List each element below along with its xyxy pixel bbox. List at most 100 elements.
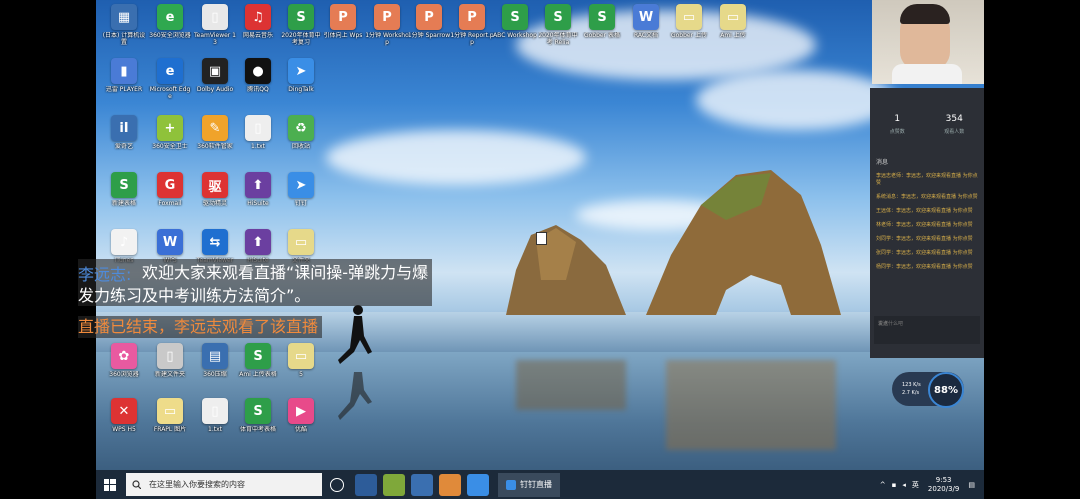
desktop-icon-label: 360压缩	[203, 371, 227, 378]
desktop-icon[interactable]: S Gobber 表格	[580, 4, 624, 62]
desktop-icon-label: 网易云音乐	[242, 32, 273, 39]
desktop-app-icon: ♻	[288, 115, 314, 141]
live-ended-notice: 直播已结束，李远志观看了该直播	[78, 316, 323, 338]
desktop-icon[interactable]: ▯ 1.txt	[236, 115, 280, 173]
desktop-app-icon: ▯	[245, 115, 271, 141]
live-stats: 1 点赞数 354 观看人数	[870, 88, 984, 135]
desktop-app-icon: ➤	[288, 58, 314, 84]
taskbar-app-3-icon[interactable]	[411, 473, 433, 496]
chat-message: 刘同学：李远志，欢迎来观看直播 为你点赞	[876, 236, 973, 242]
desktop-icon-label: 360软件管家	[197, 143, 233, 150]
clock[interactable]: 9:53 2020/3/9	[928, 476, 959, 494]
desktop-icon[interactable]: ▯ TeamViewer 13	[193, 4, 237, 62]
desktop-app-icon: iI	[111, 115, 137, 141]
send-button[interactable]: 发送	[878, 320, 974, 338]
tray-network-icon[interactable]: ▪	[892, 481, 897, 489]
messages-header: 消息	[876, 159, 889, 166]
runner-silhouette	[338, 305, 372, 420]
chat-input[interactable]: 说点什么吧 发送	[874, 316, 980, 344]
taskbar-app-5-icon[interactable]	[467, 473, 489, 496]
desktop-icon[interactable]: G Foxmail	[148, 172, 192, 230]
desktop-icon[interactable]: S Ami 上传表格	[236, 343, 280, 401]
dingtalk-live-task[interactable]: 钉钉直播	[498, 472, 560, 497]
taskbar-app-4-icon[interactable]	[439, 473, 461, 496]
desktop-icon-label: 体育中考表格	[239, 426, 276, 433]
desktop-icon[interactable]: ➤ DingTalk	[279, 58, 323, 116]
desktop-icon[interactable]: ✿ 360浏览器	[102, 343, 146, 401]
desktop-icon[interactable]: ⬆ HiSuite	[236, 172, 280, 230]
chat-message: 李远志老师：李远志，欢迎来观看直播 为你点赞	[876, 173, 978, 186]
desktop-icon[interactable]: P 1分钟 Workshop	[365, 4, 409, 62]
task-view-icon[interactable]	[330, 477, 344, 492]
chat-message: 林老师：李远志，欢迎来观看直播 为你点赞	[876, 222, 973, 228]
desktop-app-icon: ▭	[720, 4, 746, 30]
desktop-icon[interactable]: ♻ 回收站	[279, 115, 323, 173]
viewers-stat: 354 观看人数	[944, 114, 964, 135]
desktop-icon[interactable]: ▭ Gobber 上传	[667, 4, 711, 62]
desktop-icon[interactable]: ♫ 网易云音乐	[236, 4, 280, 62]
desktop-icon[interactable]: W RAC文档	[624, 4, 668, 62]
desktop-icon-label: 1分钟 Workshop	[365, 32, 409, 46]
desktop-icon-label: 新建表格	[111, 200, 136, 207]
desktop-icon[interactable]: P 1分钟 Report.pp	[450, 4, 494, 62]
taskbar-app-1-icon[interactable]	[355, 473, 377, 496]
desktop-icon-label: 优酷	[294, 426, 307, 433]
desktop-icon[interactable]: ▯ 新建文件夹	[148, 343, 192, 401]
desktop-icon-label: Gobber 表格	[583, 32, 620, 39]
desktop-app-icon: S	[245, 398, 271, 424]
chat-message: 王远体：李远志，欢迎来观看直播 为你点赞	[876, 208, 973, 214]
webcam-feed	[872, 0, 984, 84]
desktop-app-icon: P	[330, 4, 356, 30]
speed-rates: 123 K/s 2.7 K/s	[902, 381, 921, 397]
desktop-icon[interactable]: ▭ FRAPL 图片	[148, 398, 192, 456]
desktop-icon[interactable]: iI 爱奇艺	[102, 115, 146, 173]
desktop-icon[interactable]: ▭ 5	[279, 343, 323, 401]
desktop-icon-label: FRAPL 图片	[153, 426, 187, 433]
desktop-app-icon: W	[157, 229, 183, 255]
desktop-icon[interactable]: e Microsoft Edge	[148, 58, 192, 116]
desktop-icon[interactable]: ✎ 360软件管家	[193, 115, 237, 173]
message-list[interactable]: 李远志老师：李远志，欢迎来观看直播 为你点赞 系统消息：李远志，欢迎来观看直播 为…	[870, 173, 984, 271]
desktop-icon[interactable]: S 2020年体育中考 Relia	[536, 4, 580, 62]
desktop-icon[interactable]: ✕ WPS H5	[102, 398, 146, 456]
desktop-icon[interactable]: ● 腾讯QQ	[236, 58, 280, 116]
desktop-icon[interactable]: P 1分钟 Sparrow	[407, 4, 451, 62]
desktop-app-icon: ▯	[202, 398, 228, 424]
tray-volume-icon[interactable]: ◂	[902, 481, 906, 489]
desktop-icon[interactable]: 驱驱动精灵	[193, 172, 237, 230]
desktop-icon[interactable]: ▶ 优酷	[279, 398, 323, 456]
rock-right	[646, 170, 841, 315]
dingtalk-icon	[506, 479, 516, 490]
desktop-icon[interactable]: ▦ (日本) 计算机设置	[102, 4, 146, 62]
desktop-icon[interactable]: e 360安全浏览器	[148, 4, 192, 62]
desktop-icon[interactable]: S ABC Workshop	[493, 4, 537, 62]
desktop-icon-label: 2020年体育中考复习	[281, 32, 321, 46]
tray-chevron-icon[interactable]: ^	[880, 481, 886, 489]
screen: ▦ (日本) 计算机设置 e 360安全浏览器 ▯ TeamViewer 13 ♫ 网易云音乐…	[0, 0, 1080, 499]
desktop-icon[interactable]: S 体育中考表格	[236, 398, 280, 456]
desktop-icon[interactable]: S 2020年体育中考复习	[279, 4, 323, 62]
desktop-icon[interactable]: ▣ Dolby Audio	[193, 58, 237, 116]
desktop-app-icon: S	[111, 172, 137, 198]
chat-message: 张同学：李远志，欢迎来观看直播 为你点赞	[876, 250, 973, 256]
desktop-icon-label: Ami 上传表格	[239, 371, 277, 378]
desktop-icon-label: 回收站	[291, 143, 310, 150]
desktop-icon[interactable]: ➤ 钉钉	[279, 172, 323, 230]
network-speed-widget[interactable]: 123 K/s 2.7 K/s 88%	[892, 372, 964, 408]
desktop-icon[interactable]: ▯ 1.txt	[193, 398, 237, 456]
desktop-icon[interactable]: P 引体向上 Wps	[321, 4, 365, 62]
taskbar: 在这里输入你要搜索的内容 钉钉直播 ^ ▪ ◂ 英 9:53 2020/3/9 …	[96, 470, 984, 499]
desktop-app-icon: P	[416, 4, 442, 30]
desktop-icon[interactable]: ▤ 360压缩	[193, 343, 237, 401]
desktop-icon[interactable]: ▭ Ami 上传	[711, 4, 755, 62]
taskbar-app-2-icon[interactable]	[383, 473, 405, 496]
notification-icon[interactable]: ▤	[968, 481, 975, 489]
search-placeholder: 在这里输入你要搜索的内容	[149, 480, 245, 489]
desktop-icon[interactable]: ▮ 迅雷 PLAYER	[102, 58, 146, 116]
tray-ime[interactable]: 英	[912, 480, 919, 490]
desktop-icon[interactable]: +360安全卫士	[148, 115, 192, 173]
start-button[interactable]	[96, 470, 124, 499]
taskbar-search-box[interactable]: 在这里输入你要搜索的内容	[126, 473, 322, 496]
desktop-icon[interactable]: S 新建表格	[102, 172, 146, 230]
desktop-icon-label: 迅雷 PLAYER	[105, 86, 143, 93]
